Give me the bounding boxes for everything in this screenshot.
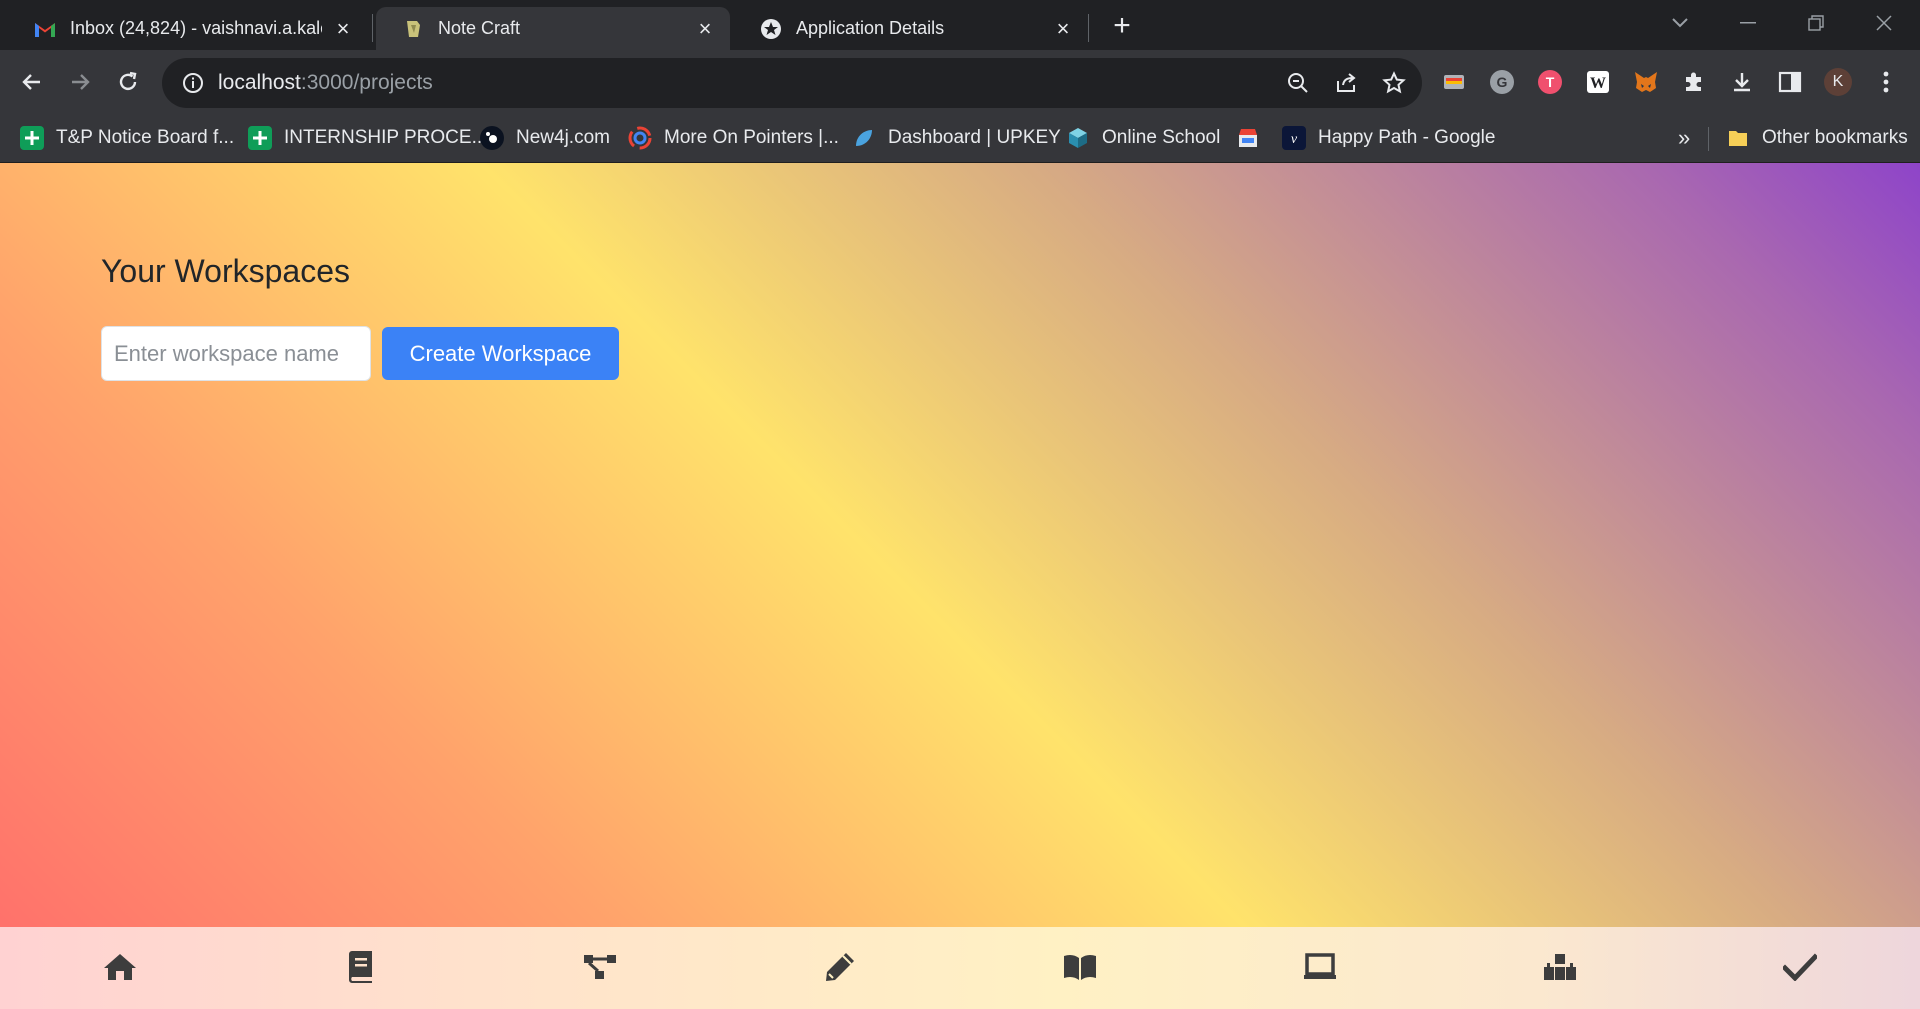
blocks-icon[interactable]: [1540, 947, 1580, 987]
gmail-icon: [34, 18, 56, 40]
check-icon[interactable]: [1780, 947, 1820, 987]
svg-text:v: v: [1291, 132, 1298, 146]
open-book-icon[interactable]: [1060, 947, 1100, 987]
bookmark-label: Happy Path - Google: [1318, 127, 1496, 148]
bookmark-item[interactable]: New4j.com: [480, 123, 610, 153]
tab-inbox[interactable]: Inbox (24,824) - vaishnavi.a.kale@ ×: [8, 7, 368, 50]
home-icon[interactable]: [100, 947, 140, 987]
new-tab-button[interactable]: +: [1106, 9, 1138, 42]
create-workspace-button[interactable]: Create Workspace: [382, 327, 619, 380]
site-info-icon[interactable]: [180, 70, 206, 96]
bookmark-label: More On Pointers |...: [664, 127, 839, 148]
extension-w-icon[interactable]: W: [1582, 66, 1614, 98]
other-bookmarks[interactable]: Other bookmarks: [1726, 123, 1908, 153]
address-bar[interactable]: localhost:3000/projects: [162, 58, 1422, 108]
laptop-icon[interactable]: [1300, 947, 1340, 987]
url-path: :3000/projects: [300, 71, 433, 94]
extension-t-icon[interactable]: T: [1534, 66, 1566, 98]
tab-search-icon[interactable]: [1660, 8, 1700, 38]
url-host: localhost: [218, 71, 301, 94]
svg-text:W: W: [1590, 75, 1606, 92]
neo4j-icon: [480, 126, 504, 150]
back-button[interactable]: [12, 62, 52, 102]
bookmark-label: New4j.com: [516, 127, 610, 148]
cube-icon: [1066, 126, 1090, 150]
bookmarks-bar: T&P Notice Board f... INTERNSHIP PROCE..…: [0, 115, 1920, 163]
tab-divider: [372, 14, 373, 42]
svg-text:T: T: [1546, 74, 1555, 90]
reload-button[interactable]: [108, 62, 148, 102]
avatar-initial: K: [1832, 73, 1844, 90]
forward-button[interactable]: [60, 62, 100, 102]
bookmark-label: T&P Notice Board f...: [56, 127, 235, 148]
side-panel-icon[interactable]: [1774, 66, 1806, 98]
bookmark-label: INTERNSHIP PROCE...: [284, 127, 488, 148]
close-tab-icon[interactable]: ×: [1052, 16, 1074, 41]
close-window-icon[interactable]: [1864, 8, 1904, 38]
extensions-puzzle-icon[interactable]: [1678, 66, 1710, 98]
sheets-icon: [20, 126, 44, 150]
page-content: Your Workspaces Create Workspace: [0, 163, 1920, 1009]
bookmarks-overflow-button[interactable]: »: [1678, 123, 1690, 153]
diagram-icon[interactable]: [580, 947, 620, 987]
bookmark-item[interactable]: Online School: [1066, 123, 1220, 153]
reload-icon: [119, 71, 137, 91]
tab-application-details[interactable]: Application Details ×: [734, 7, 1088, 50]
zoom-icon[interactable]: [1282, 67, 1314, 99]
swirl-icon: [628, 126, 652, 150]
tab-title: Inbox (24,824) - vaishnavi.a.kale@: [70, 18, 322, 38]
arrow-left-icon: [22, 74, 40, 90]
upkey-icon: [852, 126, 876, 150]
bookmark-item[interactable]: [1236, 123, 1272, 153]
bookmark-item[interactable]: v Happy Path - Google: [1282, 123, 1495, 153]
book-icon[interactable]: [340, 947, 380, 987]
bookmark-item[interactable]: Dashboard | UPKEY: [852, 123, 1061, 153]
bookmark-item[interactable]: T&P Notice Board f...: [20, 123, 234, 153]
extension-cast-icon[interactable]: [1438, 66, 1470, 98]
bookmark-label: Dashboard | UPKEY: [888, 127, 1061, 148]
notecraft-icon: [402, 18, 424, 40]
minimize-icon[interactable]: [1728, 8, 1768, 38]
other-bookmarks-label: Other bookmarks: [1762, 127, 1908, 148]
browser-tab-strip: Inbox (24,824) - vaishnavi.a.kale@ × Not…: [0, 0, 1920, 50]
close-tab-icon[interactable]: ×: [694, 16, 716, 41]
kebab-menu-icon[interactable]: [1870, 66, 1902, 98]
url-text: localhost:3000/projects: [218, 71, 433, 95]
bookmarks-divider: [1708, 127, 1709, 151]
tab-divider: [1088, 14, 1089, 42]
avatar[interactable]: K: [1822, 66, 1854, 98]
store-icon: [1236, 126, 1260, 150]
tab-note-craft[interactable]: Note Craft ×: [376, 7, 730, 50]
share-icon[interactable]: [1330, 67, 1362, 99]
folder-icon: [1726, 126, 1750, 150]
tab-title: Application Details: [796, 18, 945, 38]
svg-text:G: G: [1497, 74, 1508, 90]
sheets-icon: [248, 126, 272, 150]
close-tab-icon[interactable]: ×: [332, 16, 354, 41]
bookmark-item[interactable]: INTERNSHIP PROCE...: [248, 123, 487, 153]
grammarly-icon[interactable]: G: [1486, 66, 1518, 98]
metamask-icon[interactable]: [1630, 66, 1662, 98]
bookmark-label: Online School: [1102, 127, 1221, 148]
arrow-right-icon: [72, 74, 90, 90]
pencil-icon[interactable]: [820, 947, 860, 987]
bottom-nav-bar: [0, 927, 1920, 1009]
bookmark-star-icon[interactable]: [1378, 67, 1410, 99]
browser-toolbar: localhost:3000/projects G T W K: [0, 50, 1920, 115]
tab-title: Note Craft: [438, 18, 521, 38]
restore-icon[interactable]: [1796, 8, 1836, 38]
workspace-name-input[interactable]: [101, 326, 371, 381]
happypath-icon: v: [1282, 126, 1306, 150]
star-badge-icon: [760, 18, 782, 40]
download-icon[interactable]: [1726, 66, 1758, 98]
bookmark-item[interactable]: More On Pointers |...: [628, 123, 839, 153]
page-title: Your Workspaces: [101, 253, 351, 289]
